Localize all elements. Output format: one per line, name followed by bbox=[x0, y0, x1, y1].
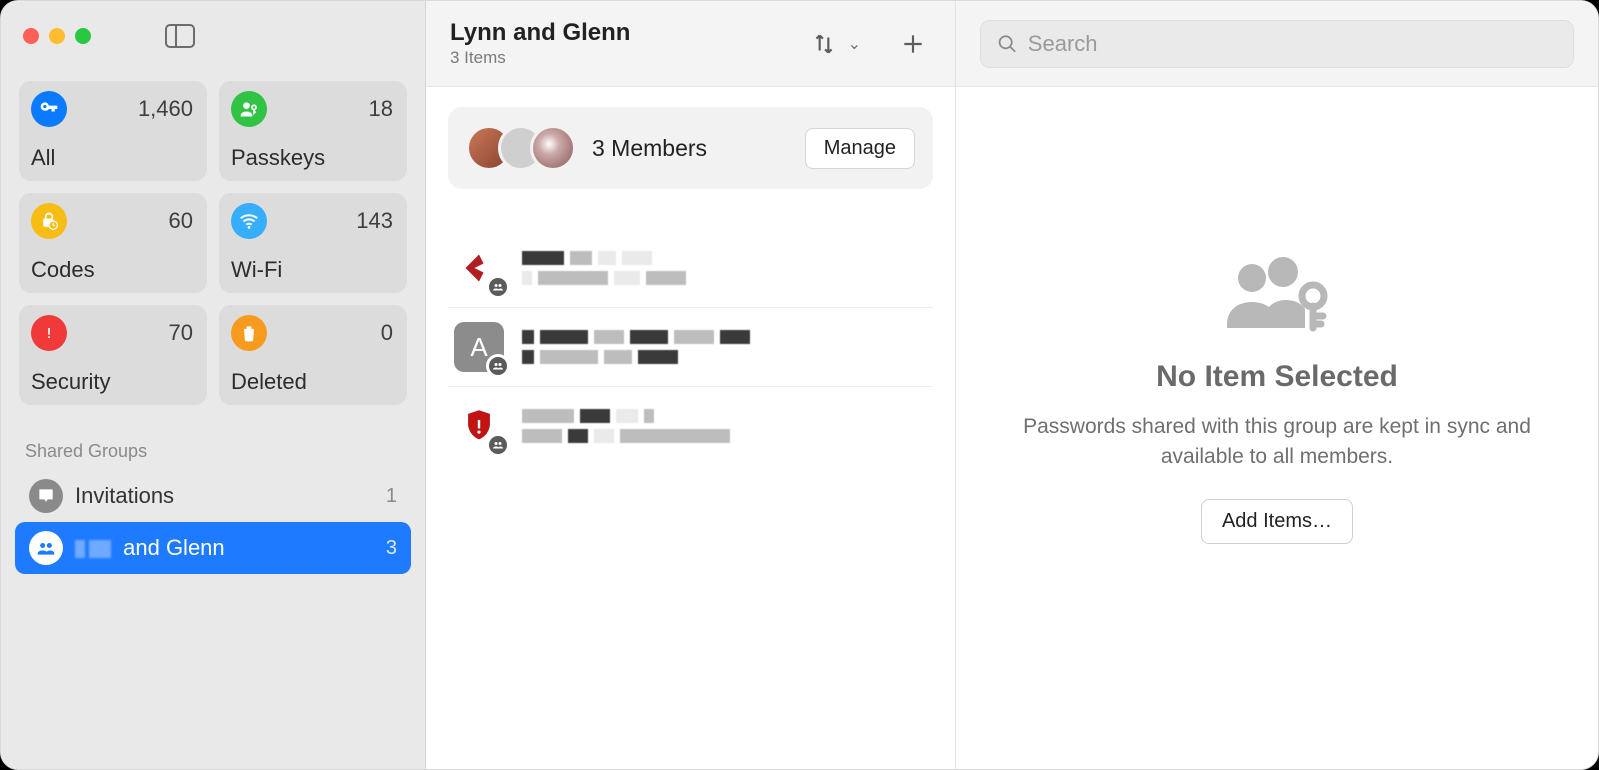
titlebar-right bbox=[956, 1, 1598, 87]
password-item[interactable] bbox=[448, 387, 933, 465]
sidebar-item-label: and Glenn bbox=[75, 535, 374, 561]
chevron-down-icon: ⌄ bbox=[848, 34, 861, 54]
item-texts bbox=[522, 330, 927, 364]
category-count: 70 bbox=[169, 320, 193, 346]
zoom-window-button[interactable] bbox=[75, 28, 91, 44]
category-grid: 1,460 All 18 Passkeys bbox=[1, 71, 425, 419]
search-icon bbox=[997, 33, 1018, 55]
sidebar-category-passkeys[interactable]: 18 Passkeys bbox=[219, 81, 407, 181]
category-count: 0 bbox=[381, 320, 393, 346]
close-window-button[interactable] bbox=[23, 28, 39, 44]
category-label: Passkeys bbox=[231, 145, 393, 171]
titlebar-left bbox=[1, 1, 425, 71]
empty-description: Passwords shared with this group are kep… bbox=[1017, 412, 1537, 471]
sort-icon bbox=[802, 22, 846, 66]
wifi-icon bbox=[231, 203, 267, 239]
category-label: Wi-Fi bbox=[231, 257, 393, 283]
toggle-sidebar-button[interactable] bbox=[156, 17, 204, 55]
list-subtitle: 3 Items bbox=[450, 48, 792, 68]
inbox-icon bbox=[29, 479, 63, 513]
sidebar-category-all[interactable]: 1,460 All bbox=[19, 81, 207, 181]
titlebar-middle: Lynn and Glenn 3 Items ⌄ bbox=[426, 1, 955, 87]
category-count: 143 bbox=[356, 208, 393, 234]
password-item[interactable] bbox=[448, 229, 933, 308]
category-label: Deleted bbox=[231, 369, 393, 395]
category-count: 1,460 bbox=[138, 96, 193, 122]
category-count: 18 bbox=[369, 96, 393, 122]
shared-groups-header: Shared Groups bbox=[1, 419, 425, 470]
detail-pane: No Item Selected Passwords shared with t… bbox=[956, 1, 1598, 769]
traffic-lights bbox=[23, 28, 91, 44]
members-card: 3 Members Manage bbox=[448, 107, 933, 189]
sidebar: 1,460 All 18 Passkeys bbox=[1, 1, 426, 769]
category-count: 60 bbox=[169, 208, 193, 234]
add-item-button[interactable] bbox=[891, 22, 935, 66]
add-items-button[interactable]: Add Items… bbox=[1201, 499, 1353, 544]
sort-button[interactable]: ⌄ bbox=[802, 22, 861, 66]
item-texts bbox=[522, 409, 927, 443]
trash-icon bbox=[231, 315, 267, 351]
search-input[interactable] bbox=[1028, 31, 1557, 57]
people-key-icon bbox=[1217, 252, 1337, 332]
list-title: Lynn and Glenn bbox=[450, 19, 792, 48]
category-label: Security bbox=[31, 369, 193, 395]
app-window: 1,460 All 18 Passkeys bbox=[0, 0, 1599, 770]
people-icon bbox=[29, 531, 63, 565]
category-label: Codes bbox=[31, 257, 193, 283]
item-list-pane: Lynn and Glenn 3 Items ⌄ 3 Members Manag… bbox=[426, 1, 956, 769]
item-texts bbox=[522, 251, 927, 285]
minimize-window-button[interactable] bbox=[49, 28, 65, 44]
empty-title: No Item Selected bbox=[1156, 360, 1398, 394]
sidebar-category-codes[interactable]: 60 Codes bbox=[19, 193, 207, 293]
sidebar-icon bbox=[165, 24, 195, 48]
sidebar-item-label: Invitations bbox=[75, 483, 374, 509]
sidebar-category-wifi[interactable]: 143 Wi-Fi bbox=[219, 193, 407, 293]
shared-badge-icon bbox=[486, 433, 510, 457]
codes-icon bbox=[31, 203, 67, 239]
shared-badge-icon bbox=[486, 354, 510, 378]
password-item-list: A bbox=[426, 199, 955, 465]
sidebar-item-count: 3 bbox=[386, 537, 397, 560]
search-field[interactable] bbox=[980, 20, 1574, 68]
empty-state: No Item Selected Passwords shared with t… bbox=[956, 87, 1598, 769]
shared-badge-icon bbox=[486, 275, 510, 299]
avatar-stack bbox=[466, 125, 576, 171]
password-item[interactable]: A bbox=[448, 308, 933, 387]
plus-icon bbox=[900, 31, 926, 57]
sidebar-category-security[interactable]: 70 Security bbox=[19, 305, 207, 405]
key-icon bbox=[31, 91, 67, 127]
alert-icon bbox=[31, 315, 67, 351]
avatar bbox=[530, 125, 576, 171]
passkey-icon bbox=[231, 91, 267, 127]
manage-button[interactable]: Manage bbox=[805, 128, 915, 169]
category-label: All bbox=[31, 145, 193, 171]
members-label: 3 Members bbox=[592, 135, 789, 162]
sidebar-item-count: 1 bbox=[386, 485, 397, 508]
sidebar-category-deleted[interactable]: 0 Deleted bbox=[219, 305, 407, 405]
sidebar-item-shared-group[interactable]: and Glenn 3 bbox=[15, 522, 411, 574]
sidebar-item-invitations[interactable]: Invitations 1 bbox=[15, 470, 411, 522]
